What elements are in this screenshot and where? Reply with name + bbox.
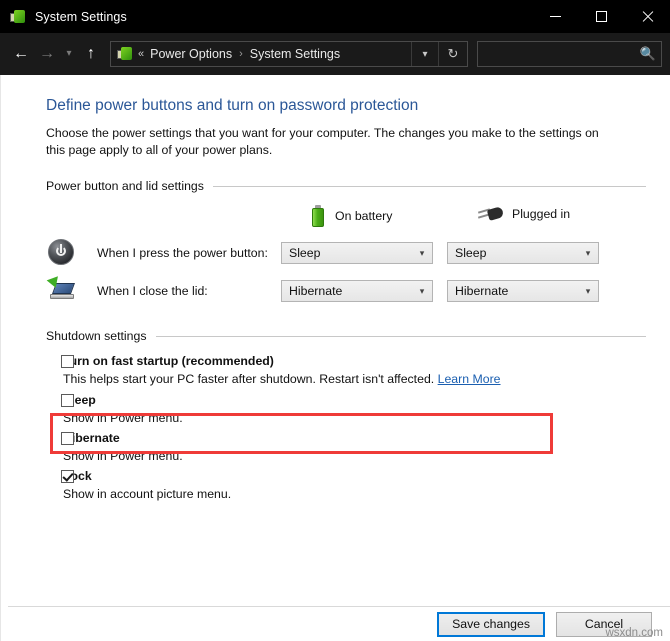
column-headers: On battery Plugged in: [0, 199, 670, 235]
checkbox-sleep[interactable]: [61, 394, 74, 407]
refresh-icon: ↻: [447, 46, 459, 61]
dropdown-value: Sleep: [289, 246, 321, 260]
dropdown-power-button-on-battery[interactable]: Sleep ▾: [281, 242, 433, 264]
forward-button[interactable]: →: [34, 41, 60, 67]
group-label: Power button and lid settings: [46, 179, 204, 193]
minimize-button[interactable]: [532, 0, 578, 33]
breadcrumb-item-system-settings[interactable]: System Settings: [250, 47, 340, 61]
back-arrow-icon: ←: [13, 45, 29, 62]
column-header-on-battery: On battery: [311, 205, 392, 227]
dropdown-value: Sleep: [455, 246, 487, 260]
close-icon: [641, 10, 654, 23]
setting-row-close-lid: When I close the lid: Hibernate ▾ Hibern…: [0, 275, 670, 311]
checkbox-description-hibernate: Show in Power menu.: [63, 449, 183, 463]
checkbox-hibernate[interactable]: [61, 432, 74, 445]
dropdown-power-button-plugged-in[interactable]: Sleep ▾: [447, 242, 599, 264]
refresh-button[interactable]: ↻: [438, 42, 467, 66]
checkbox-item-fast-startup[interactable]: Turn on fast startup (recommended) This …: [0, 354, 670, 387]
checkbox-description-sleep: Show in Power menu.: [63, 411, 183, 425]
group-label: Shutdown settings: [46, 329, 147, 343]
address-bar[interactable]: « Power Options › System Settings ▾ ↻: [110, 41, 468, 67]
address-dropdown-button[interactable]: ▾: [411, 42, 438, 66]
power-options-icon: [117, 46, 133, 62]
checkbox-label-lock: Lock: [63, 469, 92, 483]
chevron-down-icon: ▾: [419, 247, 425, 258]
breadcrumb-separator: ›: [239, 48, 243, 60]
column-label-plugged-in: Plugged in: [512, 207, 571, 221]
setting-label-close-lid: When I close the lid:: [97, 284, 208, 298]
breadcrumb-item-power-options[interactable]: Power Options: [150, 47, 232, 61]
window-controls: [532, 0, 670, 33]
title-bar: System Settings: [0, 0, 670, 33]
battery-icon: [311, 205, 326, 227]
checkbox-item-lock[interactable]: Lock Show in account picture menu.: [0, 469, 670, 502]
search-icon: 🔍: [639, 46, 657, 61]
description-text: This helps start your PC faster after sh…: [63, 372, 435, 386]
maximize-icon: [595, 11, 607, 22]
learn-more-link[interactable]: Learn More: [438, 372, 501, 386]
checkbox-lock[interactable]: [61, 470, 74, 483]
power-plug-icon: [477, 205, 505, 223]
shutdown-settings-group-header: Shutdown settings: [0, 329, 670, 343]
chevron-down-icon: ▾: [585, 285, 591, 296]
checkbox-item-hibernate[interactable]: Hibernate Show in Power menu.: [0, 431, 670, 464]
checkbox-description-fast-startup: This helps start your PC faster after sh…: [63, 369, 670, 387]
page-title: Define power buttons and turn on passwor…: [46, 97, 419, 114]
setting-row-power-button: When I press the power button: Sleep ▾ S…: [0, 237, 670, 273]
page-description: Choose the power settings that you want …: [46, 126, 599, 157]
save-changes-button[interactable]: Save changes: [437, 611, 545, 637]
chevron-down-icon: ▾: [66, 48, 72, 59]
group-divider: [212, 185, 646, 187]
breadcrumb-overflow[interactable]: «: [138, 48, 144, 60]
checkbox-label-sleep: Sleep: [63, 393, 96, 407]
setting-label-power-button: When I press the power button:: [97, 246, 268, 260]
checkbox-fast-startup[interactable]: [61, 355, 74, 368]
column-label-on-battery: On battery: [335, 209, 393, 223]
up-arrow-icon: ↑: [87, 45, 95, 62]
chevron-down-icon: ▾: [419, 285, 425, 296]
dropdown-close-lid-plugged-in[interactable]: Hibernate ▾: [447, 280, 599, 302]
power-settings-group-header: Power button and lid settings: [0, 179, 670, 193]
checkbox-label-fast-startup: Turn on fast startup (recommended): [63, 354, 274, 368]
chevron-down-icon: ▾: [422, 48, 428, 60]
chevron-down-icon: ▾: [585, 247, 591, 258]
checkbox-label-hibernate: Hibernate: [63, 431, 120, 445]
group-divider: [155, 335, 646, 337]
forward-arrow-icon: →: [39, 45, 55, 62]
navigation-bar: ← → ▾ ↑ « Power Options › System Setting…: [0, 33, 670, 75]
maximize-button[interactable]: [578, 0, 624, 33]
watermark: wsxdn.com: [605, 627, 663, 639]
checkbox-description-lock: Show in account picture menu.: [63, 487, 232, 501]
search-box[interactable]: 🔍: [477, 41, 662, 67]
checkbox-item-sleep[interactable]: Sleep Show in Power menu.: [0, 393, 670, 426]
close-button[interactable]: [624, 0, 670, 33]
dropdown-value: Hibernate: [289, 284, 343, 298]
minimize-icon: [549, 16, 561, 17]
dropdown-value: Hibernate: [455, 284, 509, 298]
system-settings-icon: [10, 9, 26, 25]
footer-buttons: Save changes Cancel: [0, 607, 670, 641]
recent-locations-button[interactable]: ▾: [60, 41, 78, 67]
up-button[interactable]: ↑: [78, 41, 104, 67]
back-button[interactable]: ←: [8, 41, 34, 67]
power-button-icon: [48, 239, 76, 267]
column-header-plugged-in: Plugged in: [477, 205, 570, 223]
laptop-lid-icon: [46, 276, 76, 305]
search-input[interactable]: [478, 46, 635, 62]
dropdown-close-lid-on-battery[interactable]: Hibernate ▾: [281, 280, 433, 302]
content-area: Define power buttons and turn on passwor…: [0, 75, 670, 641]
window-title: System Settings: [35, 9, 127, 24]
